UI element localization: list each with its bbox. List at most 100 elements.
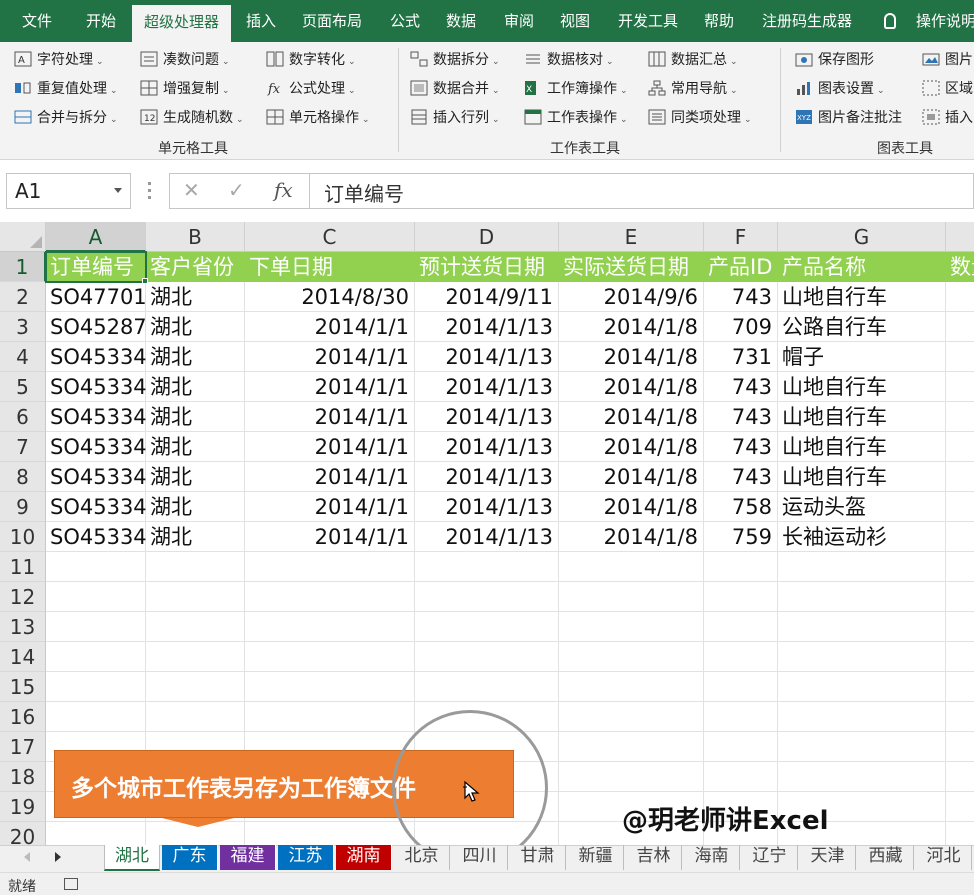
table-cell[interactable]: SO45334 — [50, 432, 146, 462]
row-header-3[interactable]: 3 — [0, 312, 46, 342]
table-cell[interactable]: 2014/1/1 — [245, 462, 409, 492]
table-cell[interactable]: 2014/1/13 — [415, 492, 553, 522]
tab-tell-me[interactable]: 操作说明 — [916, 0, 974, 42]
data-summary-button[interactable]: 数据汇总 ⌄ — [648, 48, 738, 72]
sheet-tab[interactable]: 广东 — [162, 845, 218, 870]
sheet-ops-button[interactable]: 工作表操作 ⌄ — [524, 106, 628, 130]
table-cell[interactable]: 山地自行车 — [782, 462, 946, 492]
tab-formulas[interactable]: 公式 — [390, 0, 420, 42]
column-header-d[interactable]: D — [415, 222, 559, 252]
chart-settings-button[interactable]: 图表设置 ⌄ — [795, 77, 885, 101]
select-all-button[interactable] — [0, 222, 46, 252]
row-header-2[interactable]: 2 — [0, 282, 46, 312]
table-cell[interactable]: 758 — [704, 492, 772, 522]
table-cell[interactable]: 731 — [704, 342, 772, 372]
row-header-1[interactable]: 1 — [0, 252, 46, 282]
table-cell[interactable]: 湖北 — [150, 282, 245, 312]
table-cell[interactable]: 2014/1/1 — [245, 432, 409, 462]
row-header-7[interactable]: 7 — [0, 432, 46, 462]
table-cell[interactable]: 2014/1/8 — [559, 402, 698, 432]
insert-picture-button[interactable]: 插入 — [922, 106, 973, 130]
tab-developer[interactable]: 开发工具 — [618, 0, 678, 42]
make-sum-button[interactable]: 凑数问题 ⌄ — [140, 48, 230, 72]
char-process-button[interactable]: A 字符处理 ⌄ — [14, 48, 104, 72]
column-header-g[interactable]: G — [778, 222, 946, 252]
row-header-12[interactable]: 12 — [0, 582, 46, 612]
table-cell[interactable]: 湖北 — [150, 492, 245, 522]
row-header-10[interactable]: 10 — [0, 522, 46, 552]
table-cell[interactable]: SO45334 — [50, 402, 146, 432]
row-header-19[interactable]: 19 — [0, 792, 46, 822]
sheet-tab[interactable]: 江苏 — [278, 845, 334, 870]
table-cell[interactable]: 743 — [704, 432, 772, 462]
table-cell[interactable]: SO45334 — [50, 492, 146, 522]
table-cell[interactable]: 709 — [704, 312, 772, 342]
sheet-tab[interactable]: 天津 — [800, 845, 856, 870]
cancel-icon[interactable]: ✕ — [183, 178, 200, 202]
fill-handle[interactable] — [142, 278, 148, 284]
table-cell[interactable]: 743 — [704, 402, 772, 432]
header-cell-c[interactable]: 下单日期 — [249, 252, 417, 282]
tab-page-layout[interactable]: 页面布局 — [302, 0, 362, 42]
table-cell[interactable]: 湖北 — [150, 402, 245, 432]
sheet-tab[interactable]: 甘肃 — [510, 845, 566, 870]
header-cell-g[interactable]: 产品名称 — [782, 252, 948, 282]
dup-value-button[interactable]: 重复值处理 ⌄ — [14, 77, 118, 101]
tab-help[interactable]: 帮助 — [704, 0, 734, 42]
region-button[interactable]: 区域 — [922, 77, 973, 101]
name-box[interactable]: A1 — [6, 173, 131, 209]
tab-super-processor[interactable]: 超级处理器 — [132, 5, 232, 42]
table-cell[interactable]: 山地自行车 — [782, 372, 946, 402]
table-cell[interactable]: SO45334 — [50, 462, 146, 492]
common-nav-button[interactable]: 常用导航 ⌄ — [648, 77, 738, 101]
header-cell-b[interactable]: 客户省份 — [150, 252, 247, 282]
macro-record-icon[interactable] — [64, 878, 78, 890]
insert-rowcol-button[interactable]: 插入行列 ⌄ — [410, 106, 500, 130]
tab-review[interactable]: 审阅 — [504, 0, 534, 42]
row-header-17[interactable]: 17 — [0, 732, 46, 762]
header-cell-e[interactable]: 实际送货日期 — [563, 252, 706, 282]
scroll-right-icon[interactable] — [55, 852, 61, 862]
active-cell-a1[interactable] — [45, 251, 147, 283]
cell-ops-button[interactable]: 单元格操作 ⌄ — [266, 106, 370, 130]
scroll-left-icon[interactable] — [24, 852, 30, 862]
row-header-5[interactable]: 5 — [0, 372, 46, 402]
merge-split-button[interactable]: 合并与拆分 ⌄ — [14, 106, 118, 130]
table-cell[interactable]: 2014/1/13 — [415, 462, 553, 492]
column-header-a[interactable]: A — [46, 222, 146, 252]
confirm-icon[interactable]: ✓ — [228, 178, 245, 202]
table-cell[interactable]: 帽子 — [782, 342, 946, 372]
table-cell[interactable]: 湖北 — [150, 342, 245, 372]
enhanced-copy-button[interactable]: 增强复制 ⌄ — [140, 77, 230, 101]
picture-button[interactable]: 图片 — [922, 48, 973, 72]
tab-data[interactable]: 数据 — [446, 0, 476, 42]
table-cell[interactable]: 2014/1/8 — [559, 492, 698, 522]
row-header-16[interactable]: 16 — [0, 702, 46, 732]
table-cell[interactable]: 山地自行车 — [782, 402, 946, 432]
table-cell[interactable]: 2014/1/8 — [559, 312, 698, 342]
tab-file[interactable]: 文件 — [22, 0, 52, 42]
table-cell[interactable]: 743 — [704, 462, 772, 492]
chevron-down-icon[interactable] — [114, 188, 122, 193]
insert-function-icon[interactable]: fx — [274, 178, 293, 202]
table-cell[interactable]: 2014/1/1 — [245, 492, 409, 522]
table-cell[interactable]: 长袖运动衫 — [782, 522, 946, 552]
table-cell[interactable]: 2014/9/11 — [415, 282, 553, 312]
table-cell[interactable]: 2014/1/8 — [559, 372, 698, 402]
random-button[interactable]: 12 生成随机数 ⌄ — [140, 106, 244, 130]
table-cell[interactable]: 湖北 — [150, 462, 245, 492]
picture-comment-button[interactable]: XYZ 图片备注批注 — [795, 106, 902, 130]
data-merge-button[interactable]: 数据合并 ⌄ — [410, 77, 500, 101]
row-header-15[interactable]: 15 — [0, 672, 46, 702]
table-cell[interactable]: SO47701 — [50, 282, 146, 312]
header-cell-f[interactable]: 产品ID — [708, 252, 780, 282]
table-cell[interactable]: 2014/1/8 — [559, 462, 698, 492]
row-header-4[interactable]: 4 — [0, 342, 46, 372]
table-cell[interactable]: 2014/1/1 — [245, 522, 409, 552]
table-cell[interactable]: 山地自行车 — [782, 432, 946, 462]
table-cell[interactable]: SO45334 — [50, 342, 146, 372]
tab-view[interactable]: 视图 — [560, 0, 590, 42]
table-cell[interactable]: 公路自行车 — [782, 312, 946, 342]
row-header-9[interactable]: 9 — [0, 492, 46, 522]
table-cell[interactable]: 2014/1/13 — [415, 342, 553, 372]
